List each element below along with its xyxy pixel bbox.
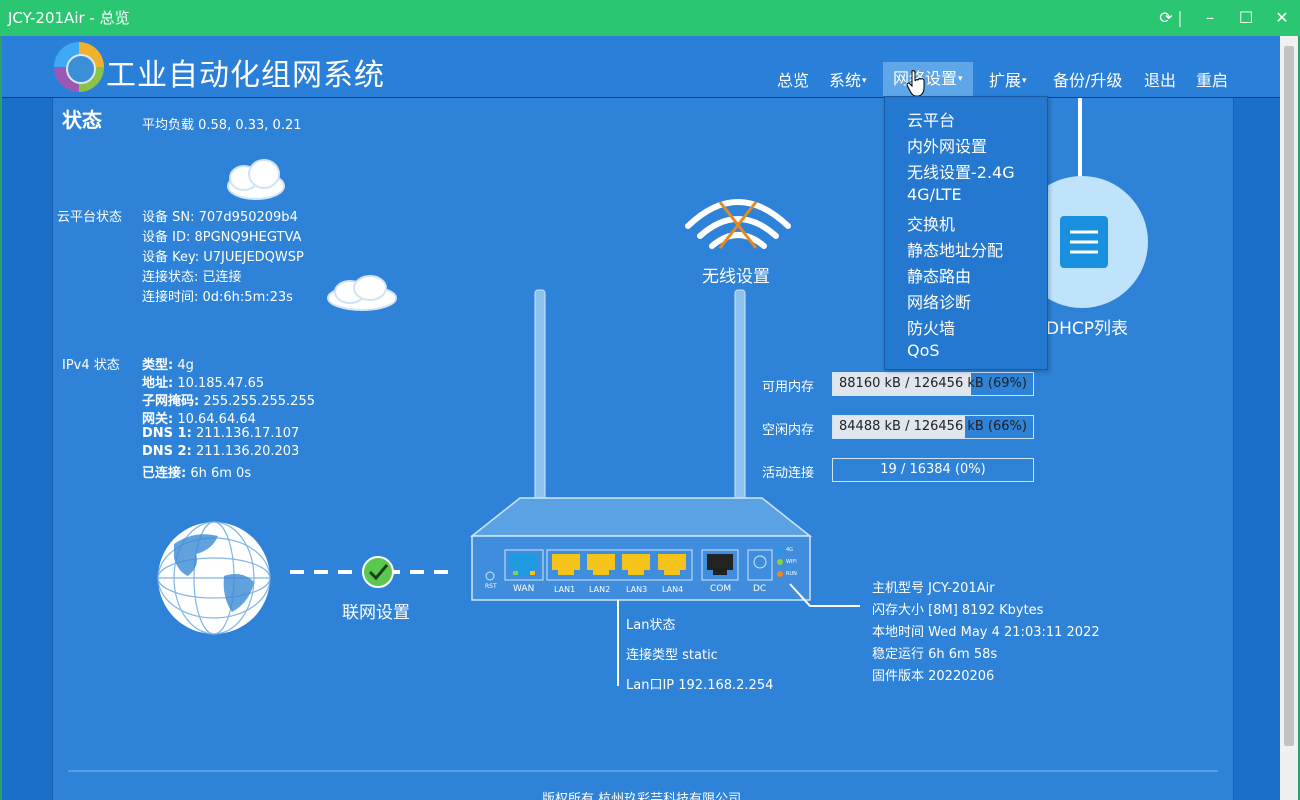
menu-item-4g-lte[interactable]: 4G/LTE	[907, 185, 962, 204]
led-wifi	[777, 559, 783, 565]
ipv4-connected: 已连接: 6h 6m 0s	[142, 466, 252, 481]
device-time: 本地时间 Wed May 4 21:03:11 2022	[872, 625, 1100, 640]
menu-item-firewall[interactable]: 防火墙	[907, 315, 955, 339]
device-firmware: 固件版本 20220206	[872, 669, 995, 684]
status-title: 状态	[62, 108, 102, 132]
network-settings-dropdown: 云平台 内外网设置 无线设置-2.4G 4G/LTE 交换机 静态地址分配 静态…	[884, 96, 1048, 370]
active-connections-label: 活动连接	[762, 466, 815, 481]
internet-settings-link[interactable]: 联网设置	[342, 598, 410, 623]
device-model: 主机型号 JCY-201Air	[872, 581, 995, 596]
window-titlebar: JCY-201Air - 总览 ⟳ | – ☐ ✕	[0, 0, 1300, 36]
lan-connection-type: 连接类型 static	[626, 648, 718, 663]
led-4g	[777, 547, 783, 553]
cloud-key: 设备 Key: U7JUEJEDQWSP	[142, 250, 304, 265]
active-connections-bar: 19 / 16384 (0%)	[832, 458, 1034, 482]
minimize-icon[interactable]: –	[1192, 0, 1228, 36]
ipv4-gateway: 网关: 10.64.64.64	[142, 412, 256, 427]
free-memory-label: 空闲内存	[762, 423, 815, 438]
close-icon[interactable]: ✕	[1264, 0, 1300, 36]
load-average: 平均负载 0.58, 0.33, 0.21	[142, 118, 302, 133]
check-icon	[362, 556, 394, 588]
menu-item-wireless[interactable]: 无线设置-2.4G	[907, 159, 1015, 183]
port-label-lan4: LAN4	[662, 585, 684, 594]
ipv4-dns2: DNS 2: 211.136.20.203	[142, 444, 300, 459]
cloud-icon	[327, 275, 397, 311]
available-memory-text: 88160 kB / 126456 kB (69%)	[839, 376, 1027, 391]
menu-item-qos[interactable]: QoS	[907, 341, 940, 360]
free-memory-bar: 84488 kB / 126456 kB (66%)	[832, 415, 1034, 439]
wireless-settings-link[interactable]: 无线设置	[702, 262, 770, 287]
device-uptime: 稳定运行 6h 6m 58s	[872, 647, 998, 662]
ipv4-dns1: DNS 1: 211.136.17.107	[142, 426, 300, 441]
menu-item-static-dhcp[interactable]: 静态地址分配	[907, 237, 1003, 261]
ipv4-address: 地址: 10.185.47.65	[142, 376, 265, 391]
copyright: 版权所有 杭州玖彩芸科技有限公司	[542, 792, 742, 800]
vertical-scrollbar[interactable]	[1280, 36, 1298, 800]
menu-item-static-routes[interactable]: 静态路由	[907, 263, 971, 287]
led-label-wifi: WIFI	[786, 559, 797, 565]
rst-label: RST	[485, 583, 497, 590]
cloud-time: 连接时间: 0d:6h:5m:23s	[142, 290, 293, 305]
lan-status-title: Lan状态	[626, 618, 676, 633]
router-top	[469, 497, 813, 537]
led-run	[777, 571, 783, 577]
active-connections-text: 19 / 16384 (0%)	[880, 462, 986, 477]
available-memory-label: 可用内存	[762, 380, 815, 395]
antenna-right	[734, 289, 746, 501]
port-label-lan3: LAN3	[626, 585, 648, 594]
menu-item-switch[interactable]: 交换机	[907, 211, 955, 235]
window-title: JCY-201Air - 总览	[8, 9, 130, 27]
port-label-lan1: LAN1	[554, 585, 576, 594]
maximize-icon[interactable]: ☐	[1228, 0, 1264, 36]
cloud-sn: 设备 SN: 707d950209b4	[142, 210, 298, 225]
cloud-state: 连接状态: 已连接	[142, 270, 242, 285]
menu-item-diagnostics[interactable]: 网络诊断	[907, 289, 971, 313]
menu-item-wan-lan[interactable]: 内外网设置	[907, 133, 987, 157]
app-frame: 工业自动化组网系统 总览 系统▾ 网络设置▾ 扩展▾ 备份/升级 退出 重启 状…	[2, 36, 1298, 800]
ipv4-status-label: IPv4 状态	[62, 358, 120, 373]
port-label-lan2: LAN2	[589, 585, 611, 594]
lan-ip: Lan口IP 192.168.2.254	[626, 678, 774, 693]
port-label-dc: DC	[753, 584, 767, 594]
globe-icon	[157, 521, 271, 635]
free-memory-text: 84488 kB / 126456 kB (66%)	[839, 419, 1027, 434]
port-label-com: COM	[710, 584, 732, 594]
titlebar-separator: |	[1177, 8, 1183, 27]
device-flash: 闪存大小 [8M] 8192 Kbytes	[872, 603, 1044, 618]
dhcp-list-link[interactable]: DHCP列表	[1046, 314, 1128, 339]
ipv4-type: 类型: 4g	[142, 358, 194, 373]
cloud-icon	[227, 159, 285, 200]
disconnected-x-icon	[718, 201, 758, 249]
scrollbar-thumb[interactable]	[1284, 46, 1294, 746]
hand-cursor-icon	[906, 70, 925, 96]
led-label-run: RUN	[786, 571, 797, 577]
port-label-wan: WAN	[513, 584, 535, 594]
cloud-status-label: 云平台状态	[57, 210, 123, 225]
ipv4-netmask: 子网掩码: 255.255.255.255	[142, 394, 315, 409]
led-label-4g: 4G	[786, 547, 794, 553]
available-memory-bar: 88160 kB / 126456 kB (69%)	[832, 372, 1034, 396]
cloud-id: 设备 ID: 8PGNQ9HEGTVA	[142, 230, 302, 245]
scroll-list-icon	[1060, 216, 1108, 268]
antenna-left	[534, 289, 546, 501]
menu-item-cloud[interactable]: 云平台	[907, 107, 955, 131]
